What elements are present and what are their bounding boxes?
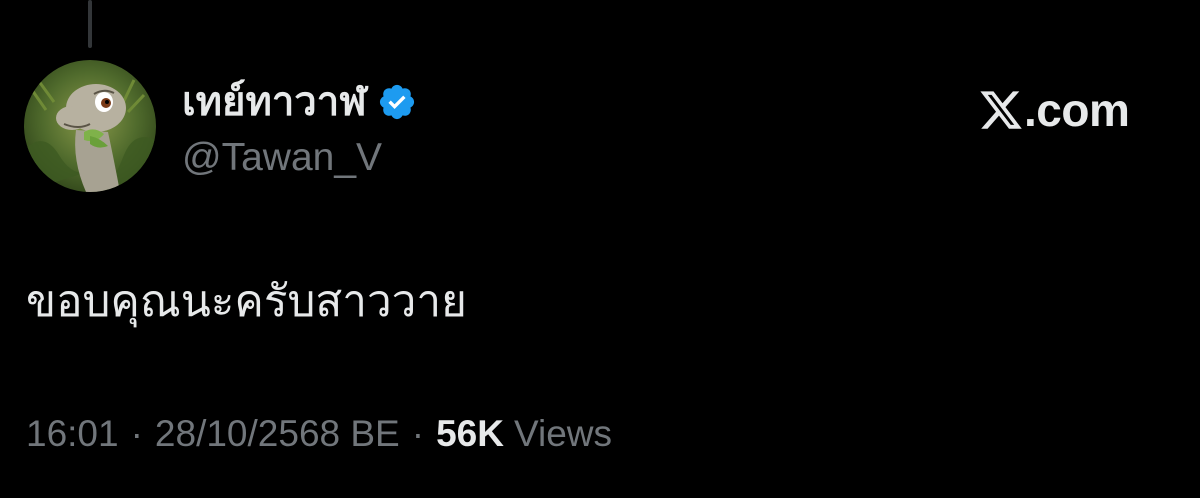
tweet-time[interactable]: 16:01 <box>26 410 119 458</box>
meta-separator: · <box>411 413 425 454</box>
verified-badge-icon <box>377 82 417 122</box>
author-display-name[interactable]: เทย์ทาวาฬ <box>182 76 367 128</box>
x-logo-icon <box>978 87 1024 133</box>
views-label: Views <box>513 413 612 454</box>
author-handle[interactable]: @Tawan_V <box>182 134 382 182</box>
avatar[interactable] <box>24 60 156 192</box>
meta-separator: · <box>130 413 143 454</box>
dinosaur-avatar-image <box>24 60 156 192</box>
tweet-body-text: ขอบคุณนะครับสาววาย <box>26 277 467 326</box>
brand-watermark: .com <box>978 82 1130 138</box>
thread-connector-line <box>88 0 92 48</box>
views-count: 56K <box>436 413 504 454</box>
brand-domain-text: .com <box>1024 84 1130 136</box>
tweet-date[interactable]: 28/10/2568 BE <box>155 410 400 458</box>
author-name-row: เทย์ทาวาฬ <box>182 76 417 128</box>
tweet-meta-row: 16:01 · 28/10/2568 BE · 56K Views <box>26 410 612 458</box>
